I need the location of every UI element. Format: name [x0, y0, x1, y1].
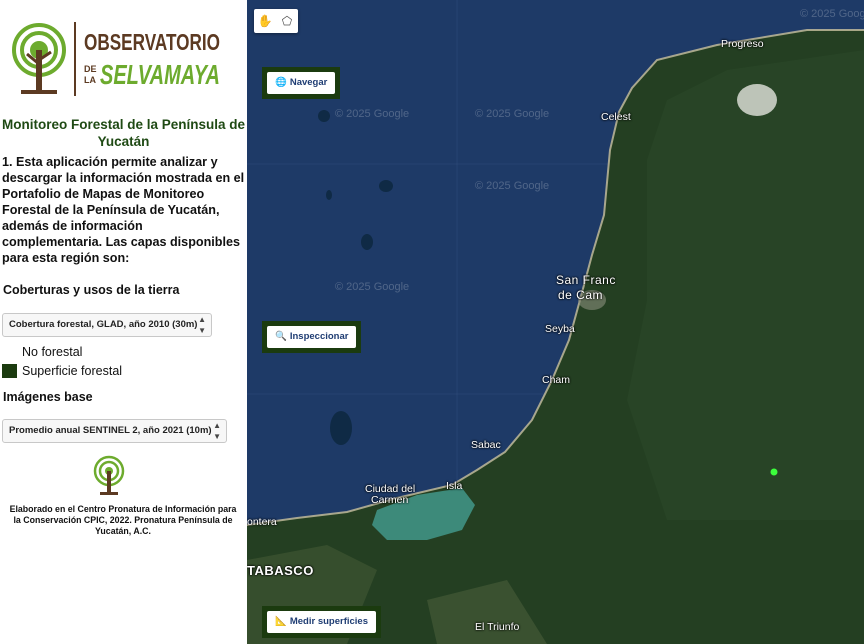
navigate-label: Navegar: [289, 77, 328, 88]
google-watermark: © 2025 Google: [335, 281, 410, 293]
measure-button[interactable]: 📐 Medir superficies: [262, 606, 381, 638]
place-label: Progreso: [721, 38, 764, 50]
place-label: Cham: [542, 374, 571, 386]
globe-icon: 🌐: [275, 77, 287, 88]
inspect-label: Inspeccionar: [289, 331, 349, 342]
legend-item-forest: Superficie forestal: [2, 364, 122, 378]
credit-text: Elaborado en el Centro Pronatura de Info…: [9, 504, 237, 536]
google-watermark: © 2025 Google: [475, 108, 550, 120]
inspect-point-marker: [770, 468, 778, 476]
navigate-button[interactable]: 🌐 Navegar: [262, 67, 341, 99]
inspect-button[interactable]: 🔍 Inspeccionar: [262, 321, 362, 353]
legend-label: No forestal: [22, 345, 83, 359]
sidebar: OBSERVATORIO DE LA SELVAMAYA Monitoreo F…: [0, 0, 247, 644]
place-label: TABASCO: [247, 563, 314, 578]
svg-text:SELVAMAYA: SELVAMAYA: [100, 59, 220, 90]
legend-label: Superficie forestal: [22, 364, 123, 378]
land-cover-title: Coberturas y usos de la tierra: [3, 283, 180, 297]
land-cover-select[interactable]: Cobertura forestal, GLAD, año 2010 (30m)…: [2, 313, 212, 337]
google-watermark: © 2025 Google: [800, 8, 864, 20]
map-view[interactable]: © 2025 Google © 2025 Google © 2025 Googl…: [247, 0, 864, 644]
base-images-title: Imágenes base: [3, 390, 93, 404]
place-label: de Cam: [558, 288, 604, 302]
place-label: El Triunfo: [475, 621, 520, 633]
svg-text:OBSERVATORIO: OBSERVATORIO: [84, 29, 220, 55]
magnifier-icon: 🔍: [275, 331, 287, 342]
measure-label: Medir superficies: [289, 616, 368, 627]
select-arrows-icon: ▲ ▼: [213, 421, 221, 441]
drawing-tools: ✋ ⬠: [254, 9, 298, 33]
land-cover-selected-value: Cobertura forestal, GLAD, año 2010 (30m): [9, 319, 198, 330]
hand-icon[interactable]: ✋: [254, 9, 276, 33]
legend-swatch-forest: [2, 364, 17, 378]
google-watermark: © 2025 Google: [475, 180, 550, 192]
tree-icon: [12, 23, 66, 94]
polygon-icon[interactable]: ⬠: [276, 9, 298, 33]
legend-swatch-no-forest: [2, 345, 17, 359]
ruler-icon: 📐: [275, 616, 287, 627]
place-label: Carmen: [371, 494, 409, 506]
observatorio-logo: OBSERVATORIO DE LA SELVAMAYA: [12, 22, 220, 96]
place-label: Sabac: [471, 439, 501, 451]
select-arrows-icon: ▲ ▼: [198, 315, 206, 335]
place-label: Isla: [446, 480, 463, 492]
google-watermark: © 2025 Google: [335, 108, 410, 120]
small-tree-logo-icon: [93, 455, 125, 495]
svg-text:LA: LA: [84, 75, 96, 85]
app-description: 1. Esta aplicación permite analizar y de…: [2, 155, 245, 265]
place-label: San Franc: [556, 273, 616, 287]
legend-item-no-forest: No forestal: [2, 345, 82, 359]
place-label: Celest: [601, 111, 631, 123]
app-title: Monitoreo Forestal de la Península de Yu…: [1, 117, 246, 149]
place-label: ontera: [247, 516, 277, 528]
base-images-select[interactable]: Promedio anual SENTINEL 2, año 2021 (10m…: [2, 419, 227, 443]
place-label: Seyba: [545, 323, 575, 335]
svg-text:DE: DE: [84, 64, 97, 74]
base-images-selected-value: Promedio anual SENTINEL 2, año 2021 (10m…: [9, 425, 212, 436]
